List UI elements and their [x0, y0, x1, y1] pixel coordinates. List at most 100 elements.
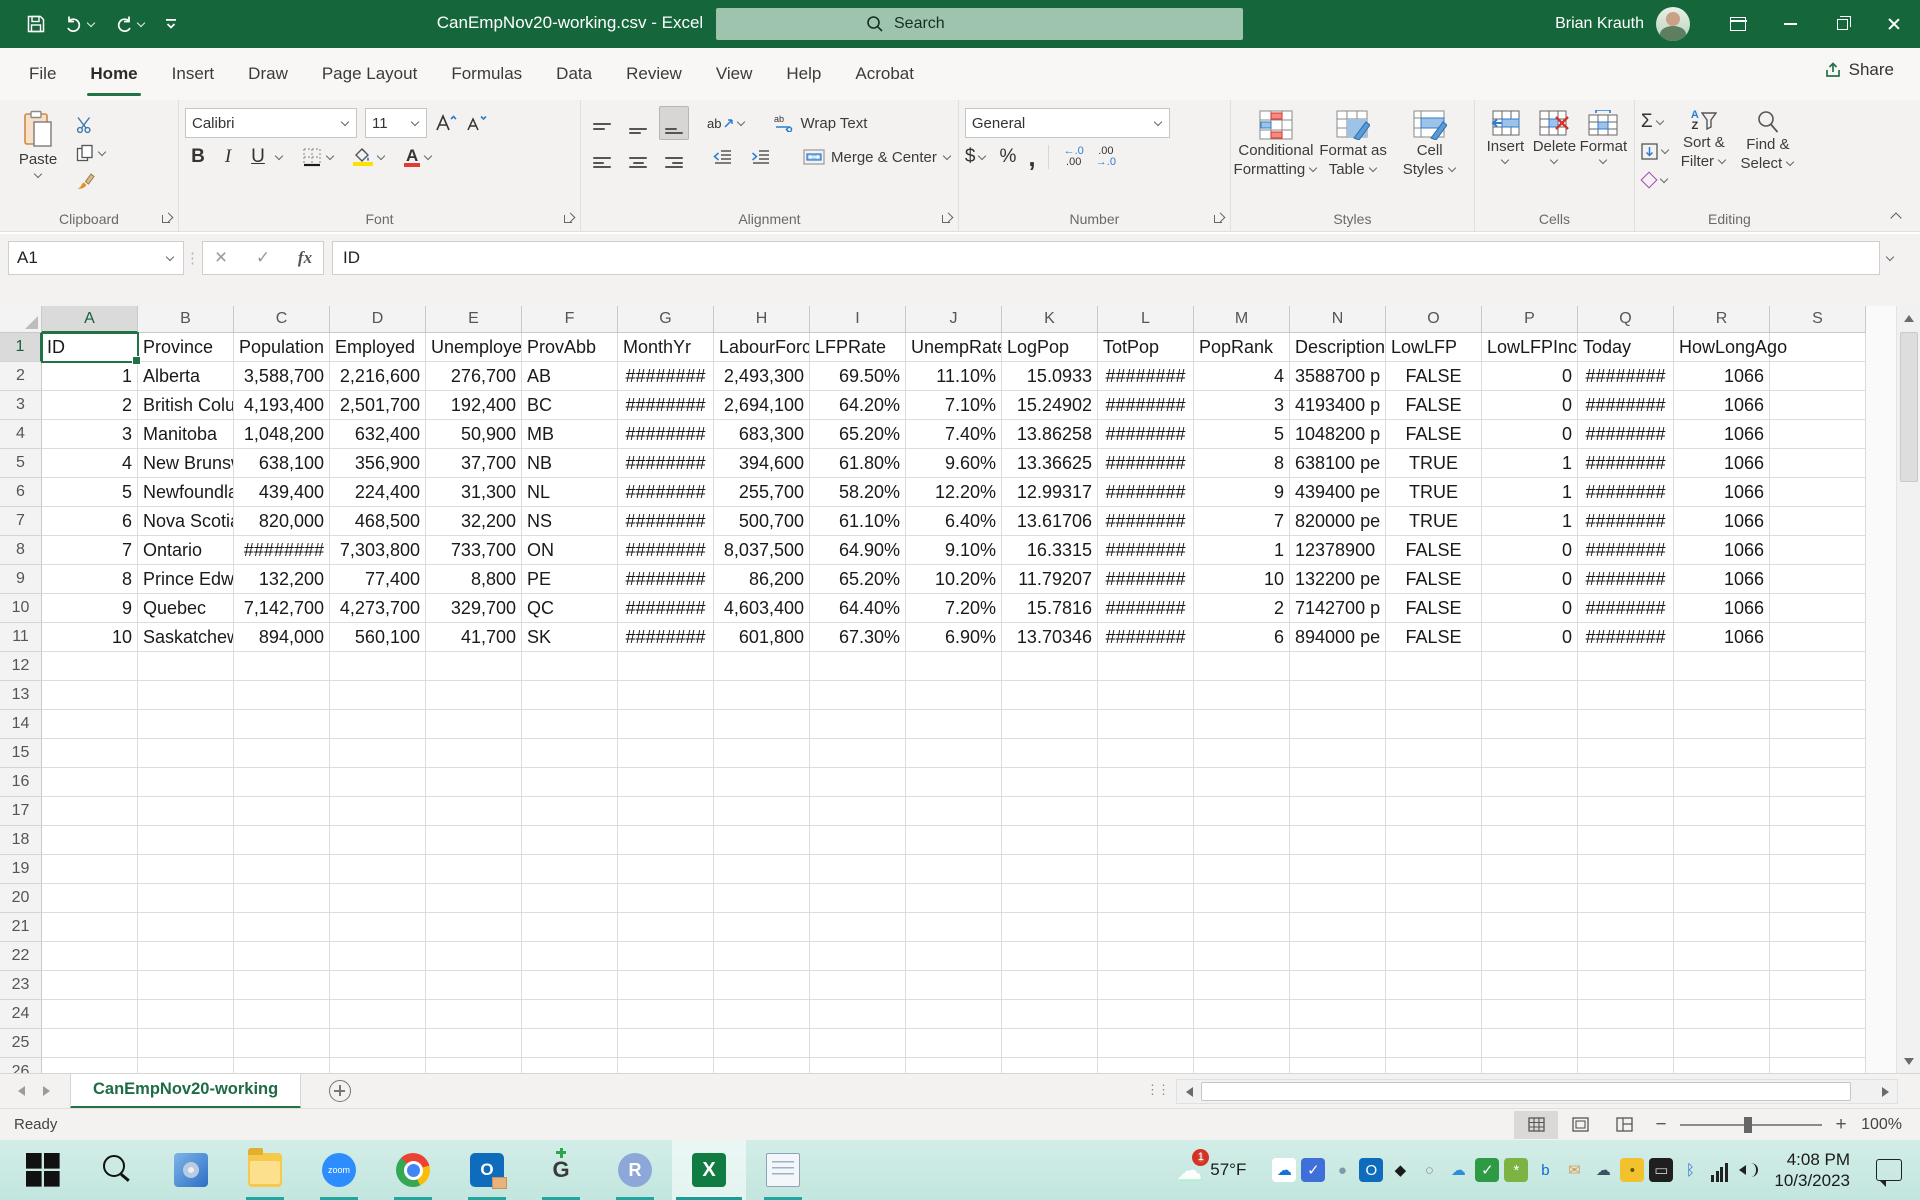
- vertical-scroll-thumb[interactable]: [1900, 332, 1918, 482]
- cell-H3[interactable]: 2,694,100: [714, 391, 810, 420]
- cell-J3[interactable]: 7.10%: [906, 391, 1002, 420]
- cell-S9[interactable]: [1770, 565, 1866, 594]
- cell-J12[interactable]: [906, 652, 1002, 681]
- align-right-button[interactable]: [659, 140, 689, 174]
- cell-P17[interactable]: [1482, 797, 1578, 826]
- cell-H7[interactable]: 500,700: [714, 507, 810, 536]
- dropbox-icon[interactable]: ◆: [1388, 1158, 1412, 1182]
- cell-D24[interactable]: [330, 1000, 426, 1029]
- align-top-button[interactable]: [587, 106, 617, 140]
- align-bottom-button[interactable]: [659, 106, 689, 140]
- cell-J26[interactable]: [906, 1058, 1002, 1073]
- cell-P24[interactable]: [1482, 1000, 1578, 1029]
- cell-G24[interactable]: [618, 1000, 714, 1029]
- new-sheet-button[interactable]: [329, 1080, 352, 1102]
- cell-L1[interactable]: TotPop: [1098, 333, 1194, 362]
- cell-L24[interactable]: [1098, 1000, 1194, 1029]
- cell-B15[interactable]: [138, 739, 234, 768]
- cell-B24[interactable]: [138, 1000, 234, 1029]
- cell-R1[interactable]: HowLongAgo: [1674, 333, 1787, 362]
- cell-B2[interactable]: Alberta: [138, 362, 234, 391]
- cell-D17[interactable]: [330, 797, 426, 826]
- cell-R26[interactable]: [1674, 1058, 1770, 1073]
- taskbar-app-media-player[interactable]: [154, 1140, 228, 1200]
- cell-A13[interactable]: [42, 681, 138, 710]
- cell-A9[interactable]: 8: [42, 565, 138, 594]
- cell-J23[interactable]: [906, 971, 1002, 1000]
- cell-J25[interactable]: [906, 1029, 1002, 1058]
- cell-J14[interactable]: [906, 710, 1002, 739]
- cell-C2[interactable]: 3,588,700: [234, 362, 330, 391]
- antivirus-shield-icon[interactable]: ✓: [1301, 1158, 1326, 1182]
- cell-N20[interactable]: [1290, 884, 1386, 913]
- cell-D20[interactable]: [330, 884, 426, 913]
- cell-A10[interactable]: 9: [42, 594, 138, 623]
- cell-D3[interactable]: 2,501,700: [330, 391, 426, 420]
- cell-N11[interactable]: 894000 pe: [1290, 623, 1386, 652]
- cell-D9[interactable]: 77,400: [330, 565, 426, 594]
- cell-M9[interactable]: 10: [1194, 565, 1290, 594]
- cell-S10[interactable]: [1770, 594, 1866, 623]
- cell-K21[interactable]: [1002, 913, 1098, 942]
- cell-Q25[interactable]: [1578, 1029, 1674, 1058]
- format-painter-button[interactable]: [76, 170, 107, 192]
- cell-O15[interactable]: [1386, 739, 1482, 768]
- cell-S15[interactable]: [1770, 739, 1866, 768]
- cell-E14[interactable]: [426, 710, 522, 739]
- cell-M26[interactable]: [1194, 1058, 1290, 1073]
- cell-O14[interactable]: [1386, 710, 1482, 739]
- cell-R3[interactable]: 1066: [1674, 391, 1770, 420]
- cell-H17[interactable]: [714, 797, 810, 826]
- cell-K26[interactable]: [1002, 1058, 1098, 1073]
- cell-G11[interactable]: ########: [618, 623, 714, 652]
- undo-dropdown[interactable]: [87, 20, 96, 29]
- row-header-11[interactable]: 11: [0, 623, 42, 652]
- prev-sheet-button[interactable]: [18, 1086, 25, 1096]
- cell-G22[interactable]: [618, 942, 714, 971]
- cell-Q10[interactable]: ########: [1578, 594, 1674, 623]
- cell-J2[interactable]: 11.10%: [906, 362, 1002, 391]
- cell-O24[interactable]: [1386, 1000, 1482, 1029]
- cell-M7[interactable]: 7: [1194, 507, 1290, 536]
- col-header-H[interactable]: H: [714, 306, 810, 333]
- cell-C22[interactable]: [234, 942, 330, 971]
- cell-G12[interactable]: [618, 652, 714, 681]
- row-header-3[interactable]: 3: [0, 391, 42, 420]
- cell-R14[interactable]: [1674, 710, 1770, 739]
- cell-Q16[interactable]: [1578, 768, 1674, 797]
- cell-I24[interactable]: [810, 1000, 906, 1029]
- find-select-button[interactable]: Find & Select: [1738, 106, 1798, 192]
- cell-A5[interactable]: 4: [42, 449, 138, 478]
- cell-J18[interactable]: [906, 826, 1002, 855]
- cell-L26[interactable]: [1098, 1058, 1194, 1073]
- tab-page-layout[interactable]: Page Layout: [305, 50, 434, 98]
- zoom-level[interactable]: 100%: [1856, 1116, 1920, 1134]
- cell-K11[interactable]: 13.70346: [1002, 623, 1098, 652]
- cell-J4[interactable]: 7.40%: [906, 420, 1002, 449]
- cell-S13[interactable]: [1770, 681, 1866, 710]
- cell-F12[interactable]: [522, 652, 618, 681]
- cell-I26[interactable]: [810, 1058, 906, 1073]
- cell-K13[interactable]: [1002, 681, 1098, 710]
- decrease-indent-button[interactable]: [707, 143, 739, 171]
- undo-button[interactable]: [60, 10, 100, 38]
- cell-S11[interactable]: [1770, 623, 1866, 652]
- cell-C19[interactable]: [234, 855, 330, 884]
- cell-Q11[interactable]: ########: [1578, 623, 1674, 652]
- cell-D11[interactable]: 560,100: [330, 623, 426, 652]
- cut-button[interactable]: [76, 114, 107, 136]
- cell-K2[interactable]: 15.0933: [1002, 362, 1098, 391]
- cell-O4[interactable]: FALSE: [1386, 420, 1482, 449]
- clear-button[interactable]: [1640, 168, 1670, 192]
- cell-B3[interactable]: British Columbia: [138, 391, 234, 420]
- cell-F22[interactable]: [522, 942, 618, 971]
- name-box[interactable]: A1: [8, 241, 184, 275]
- scroll-right-button[interactable]: [1873, 1079, 1897, 1104]
- cell-C25[interactable]: [234, 1029, 330, 1058]
- cell-H25[interactable]: [714, 1029, 810, 1058]
- avatar[interactable]: [1656, 7, 1690, 41]
- cell-Q15[interactable]: [1578, 739, 1674, 768]
- comma-style-button[interactable]: ,: [1028, 144, 1035, 170]
- cell-N8[interactable]: 12378900: [1290, 536, 1386, 565]
- cell-C10[interactable]: 7,142,700: [234, 594, 330, 623]
